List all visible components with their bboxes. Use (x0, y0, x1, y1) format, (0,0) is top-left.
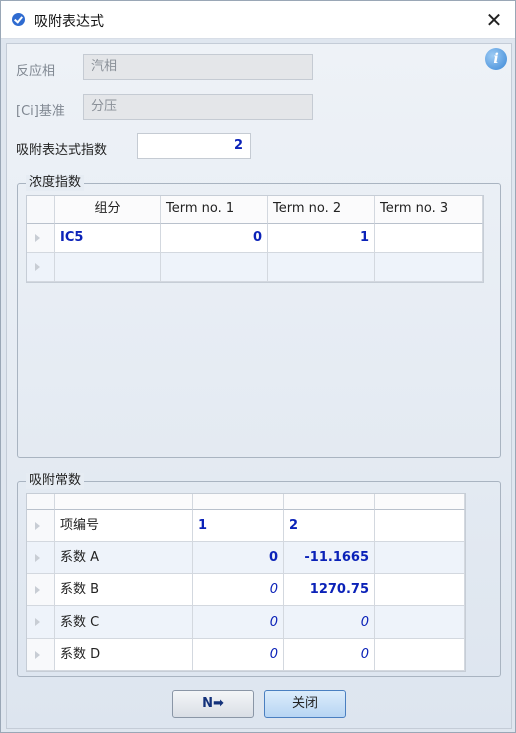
row-arrow-icon (35, 554, 40, 562)
basis-label: [Ci]基准 (16, 104, 65, 119)
row-arrow-icon (35, 586, 40, 594)
coef-cell[interactable]: 0 (284, 606, 375, 639)
component-cell[interactable] (55, 253, 161, 282)
row-arrow-icon (35, 263, 40, 271)
col-header-term1[interactable]: Term no. 1 (161, 196, 268, 224)
row-arrow-icon (35, 618, 40, 626)
row-selector[interactable] (27, 606, 55, 639)
adsorption-constants-grid: 项编号 1 2 系数 A 0 -11.1665 系数 B 0 1270.75 系… (26, 493, 466, 672)
grid-corner (27, 196, 55, 224)
col-header (193, 494, 284, 510)
col-header-term3[interactable]: Term no. 3 (375, 196, 483, 224)
term2-cell[interactable]: 1 (268, 224, 375, 253)
component-cell[interactable]: IC5 (55, 224, 161, 253)
coef-cell[interactable] (375, 542, 465, 574)
exponent-input[interactable]: 2 (137, 133, 251, 159)
term1-cell[interactable] (161, 253, 268, 282)
term2-cell[interactable] (268, 253, 375, 282)
const-group-title: 吸附常数 (26, 473, 85, 489)
exponent-label: 吸附表达式指数 (16, 143, 108, 158)
row-selector[interactable] (27, 574, 55, 606)
close-button[interactable]: 关闭 (264, 690, 346, 718)
row-label: 系数 B (55, 574, 193, 606)
coef-cell[interactable] (375, 574, 465, 606)
grid-corner (27, 494, 55, 510)
term1-cell[interactable]: 0 (161, 224, 268, 253)
coef-cell[interactable]: 0 (284, 639, 375, 671)
term3-cell[interactable] (375, 224, 483, 253)
col-header (284, 494, 375, 510)
term-number-cell[interactable]: 2 (284, 510, 375, 542)
col-header (375, 494, 465, 510)
app-check-icon (12, 13, 25, 26)
coef-cell[interactable]: 0 (193, 542, 284, 574)
basis-field: 分压 (83, 94, 313, 120)
term-number-cell[interactable] (375, 510, 465, 542)
row-label: 系数 D (55, 639, 193, 671)
row-selector[interactable] (27, 639, 55, 671)
coef-cell[interactable] (375, 639, 465, 671)
row-arrow-icon (35, 522, 40, 530)
coef-cell[interactable] (375, 606, 465, 639)
row-label: 系数 A (55, 542, 193, 574)
close-icon[interactable]: ✕ (481, 7, 507, 33)
row-label: 系数 C (55, 606, 193, 639)
row-selector[interactable] (27, 542, 55, 574)
coef-cell[interactable]: 0 (193, 639, 284, 671)
row-selector[interactable] (27, 224, 55, 253)
term3-cell[interactable] (375, 253, 483, 282)
row-selector[interactable] (27, 253, 55, 282)
conc-group-title: 浓度指数 (26, 175, 85, 191)
dialog-window: 吸附表达式 ✕ i 反应相 汽相 [Ci]基准 分压 吸附表达式指数 2 浓度指… (0, 0, 516, 733)
col-header (55, 494, 193, 510)
conc-exponent-grid: 组分 Term no. 1 Term no. 2 Term no. 3 IC5 … (26, 195, 484, 283)
phase-field: 汽相 (83, 54, 313, 80)
row-arrow-icon (35, 651, 40, 659)
term-number-cell[interactable]: 1 (193, 510, 284, 542)
next-arrow-icon: N➡ (202, 696, 224, 711)
coef-cell[interactable]: -11.1665 (284, 542, 375, 574)
row-label: 项编号 (55, 510, 193, 542)
title-bar: 吸附表达式 ✕ (1, 1, 515, 39)
row-arrow-icon (35, 234, 40, 242)
coef-cell[interactable]: 1270.75 (284, 574, 375, 606)
coef-cell[interactable]: 0 (193, 606, 284, 639)
next-button[interactable]: N➡ (172, 690, 254, 718)
col-header-component[interactable]: 组分 (55, 196, 161, 224)
coef-cell[interactable]: 0 (193, 574, 284, 606)
window-title: 吸附表达式 (34, 14, 104, 30)
col-header-term2[interactable]: Term no. 2 (268, 196, 375, 224)
phase-label: 反应相 (16, 64, 56, 79)
row-selector[interactable] (27, 510, 55, 542)
info-icon[interactable]: i (485, 48, 507, 70)
